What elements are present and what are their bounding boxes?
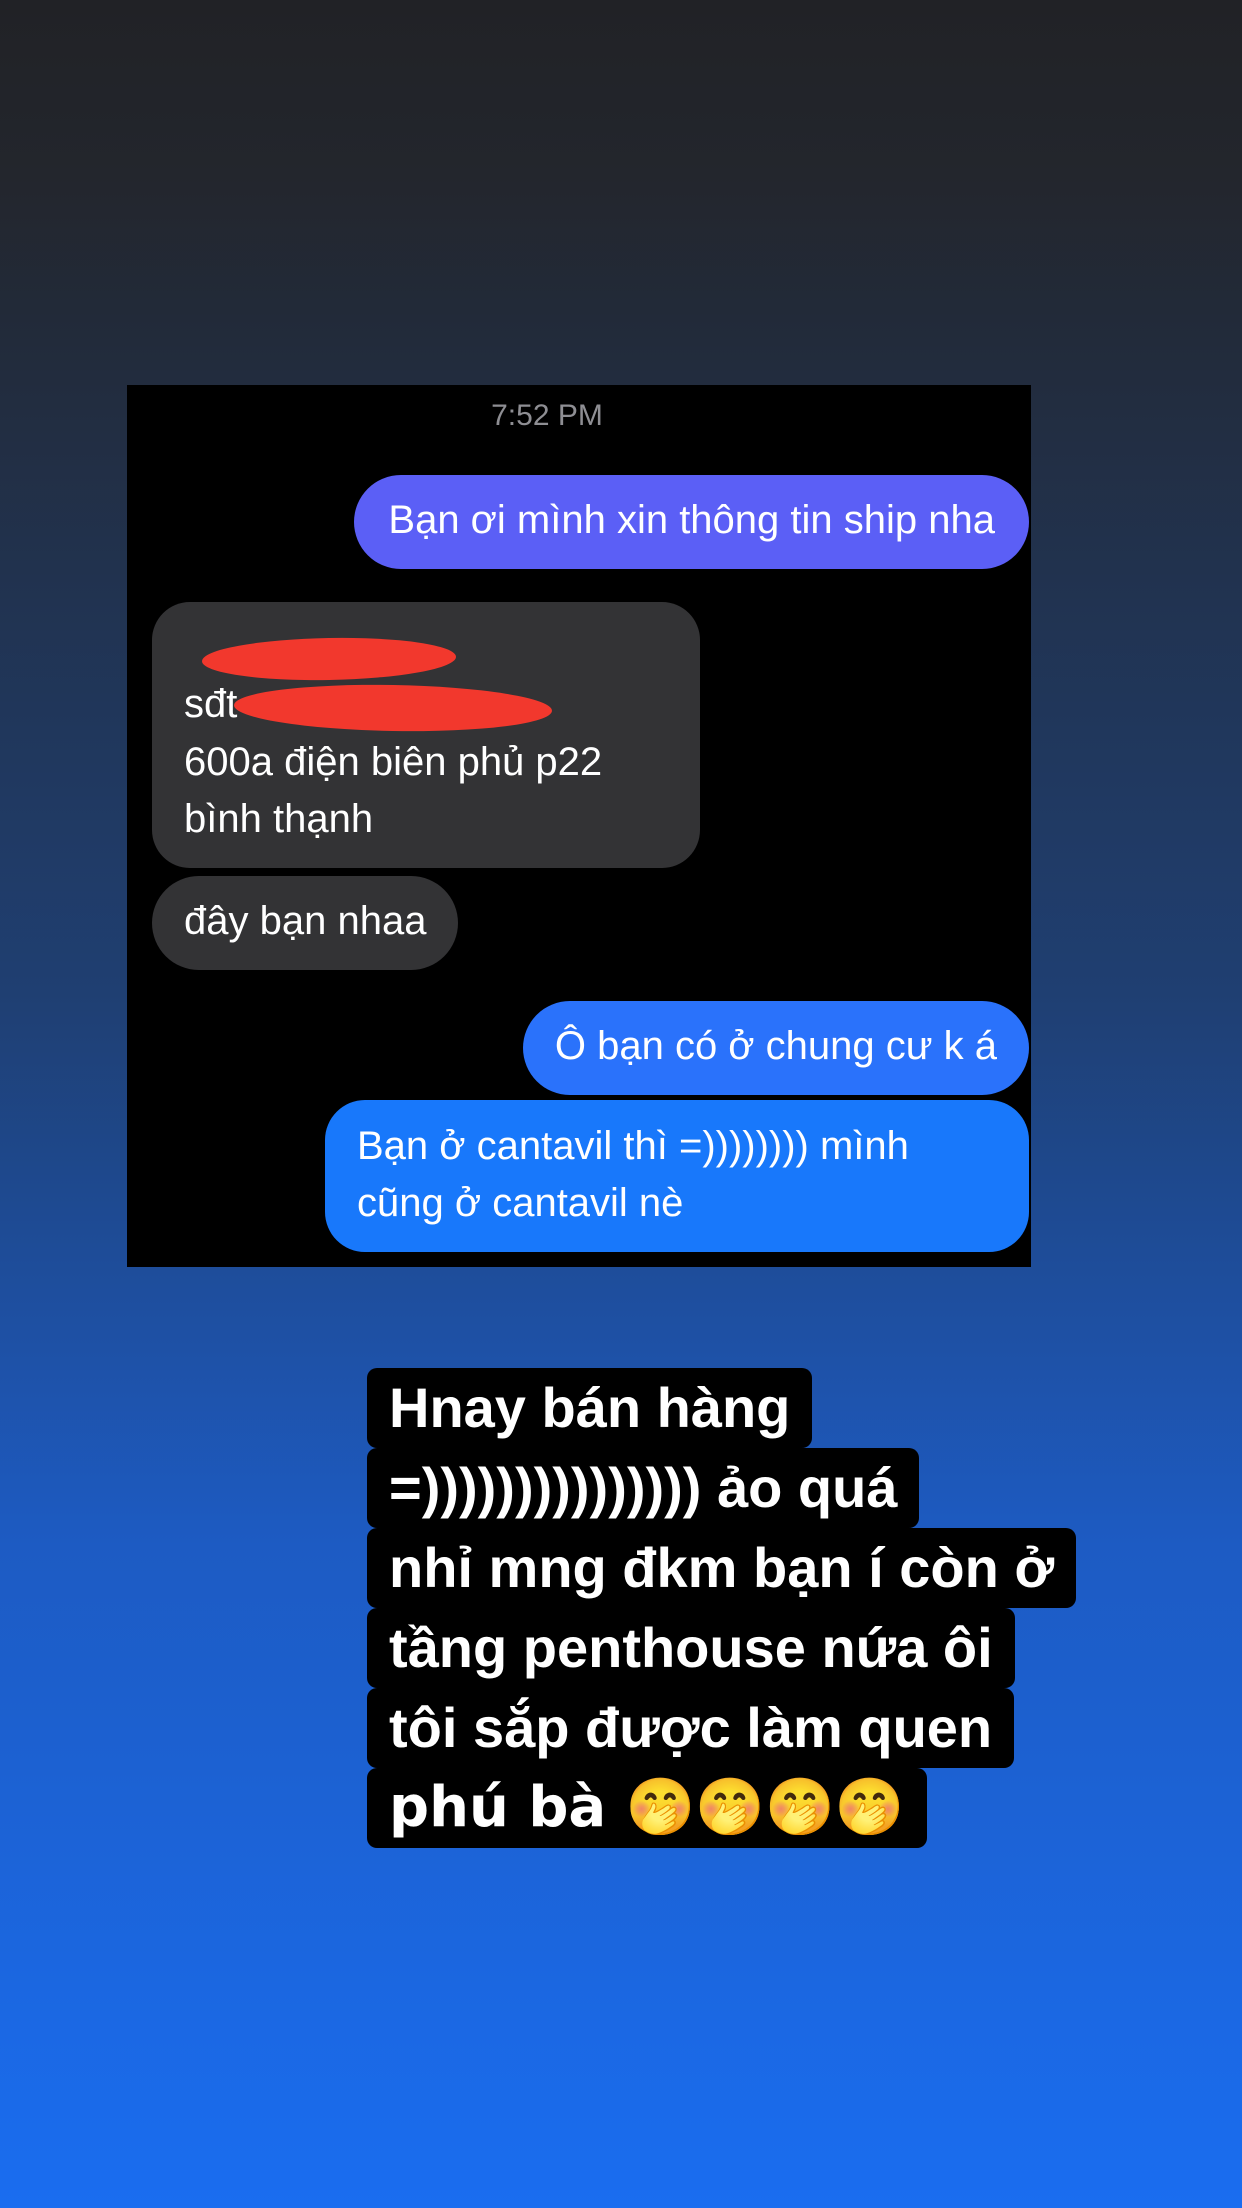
story-caption: Hnay bán hàng =))))))))))))))) ảo quá nh… (367, 1368, 1127, 1848)
chat-screenshot: 7:52 PM Bạn ơi mình xin thông tin ship n… (127, 385, 1031, 1267)
address-line: 600a điện biên phủ p22 (184, 740, 603, 784)
phone-label: sđt (184, 682, 238, 726)
sent-message-bubble: Bạn ơi mình xin thông tin ship nha (354, 475, 1029, 569)
caption-line: tầng penthouse nứa ôi (367, 1608, 1015, 1688)
caption-line: tôi sắp được làm quen (367, 1688, 1015, 1768)
caption-line: Hnay bán hàng (367, 1368, 813, 1448)
address-line: bình thạnh (184, 797, 374, 841)
sent-message-bubble: Bạn ở cantavil thì =)))))))) mình cũng ở… (325, 1100, 1029, 1252)
caption-line: nhỉ mng đkm bạn í còn ở (367, 1528, 1077, 1608)
received-message-bubble: đây bạn nhaa (152, 876, 459, 970)
received-message-bubble: sđt 600a điện biên phủ p22 bình thạnh (152, 602, 700, 868)
redaction-scribble (201, 635, 457, 683)
message-timestamp: 7:52 PM (491, 399, 603, 432)
caption-line: =))))))))))))))) ảo quá (367, 1448, 920, 1528)
redaction-scribble (233, 682, 553, 734)
caption-line: phú bà 🤭🤭🤭🤭 (367, 1768, 927, 1848)
sent-message-bubble: Ô bạn có ở chung cư k á (522, 1001, 1029, 1095)
